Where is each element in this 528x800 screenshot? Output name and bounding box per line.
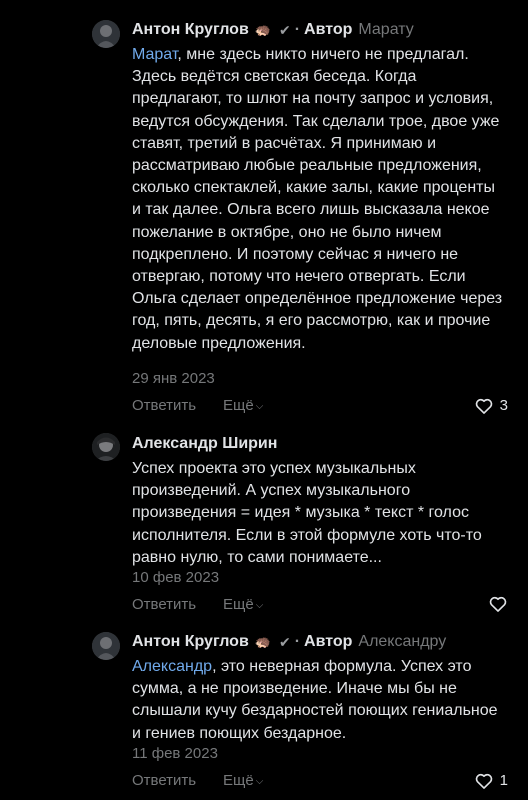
like-button[interactable]: 3 [474, 395, 508, 417]
like-button[interactable] [488, 594, 508, 614]
hedgehog-icon: 🦔 [254, 22, 271, 37]
separator: · [294, 633, 301, 650]
author-badge: Автор [304, 633, 353, 650]
comment-date[interactable]: 29 янв 2023 [132, 370, 215, 388]
more-label: Ещё [223, 772, 254, 789]
comment-text: Успех проекта это успех музыкальных прои… [132, 458, 504, 569]
comment-header: Антон Круглов 🦔 ✔ · Автор Марату [132, 20, 414, 40]
avatar[interactable] [92, 20, 120, 48]
chevron-down-icon: ⌵ [255, 776, 264, 787]
comment-text: Александр, это неверная формула. Успех э… [132, 656, 504, 745]
more-button[interactable]: Ещё ⌵ [223, 770, 263, 793]
author-name[interactable]: Александр Ширин [132, 434, 277, 454]
comment-actions: Ответить Ещё ⌵ 3 [132, 395, 508, 417]
like-count: 3 [499, 397, 508, 414]
verified-icon: ✔ [278, 22, 291, 38]
reply-button[interactable]: Ответить [132, 395, 196, 417]
author-name[interactable]: Антон Круглов [132, 632, 249, 652]
comment-date[interactable]: 11 фев 2023 [132, 745, 218, 763]
comment-header: Александр Ширин [132, 434, 277, 454]
chevron-down-icon: ⌵ [255, 600, 264, 611]
comment-actions: Ответить Ещё ⌵ [132, 594, 508, 616]
mention-link[interactable]: Марат [132, 46, 177, 63]
comment-body: , мне здесь никто ничего не предлагал. З… [132, 46, 503, 352]
avatar[interactable] [92, 433, 120, 461]
reply-button[interactable]: Ответить [132, 594, 196, 616]
heart-icon [475, 398, 492, 414]
more-button[interactable]: Ещё ⌵ [223, 594, 263, 617]
comment-actions: Ответить Ещё ⌵ 1 [132, 770, 508, 792]
chevron-down-icon: ⌵ [255, 401, 264, 412]
comment-header: Антон Круглов 🦔 ✔ · Автор Александру [132, 632, 446, 652]
heart-icon [475, 773, 492, 789]
heart-icon [489, 596, 507, 612]
author-name[interactable]: Антон Круглов [132, 20, 249, 40]
separator: · [294, 21, 301, 38]
more-label: Ещё [223, 596, 254, 613]
mention-link[interactable]: Александр [132, 658, 212, 675]
verified-icon: ✔ [278, 634, 291, 650]
comment-body: Успех проекта это успех музыкальных прои… [132, 460, 482, 566]
author-badge: Автор [304, 21, 353, 38]
like-button[interactable]: 1 [474, 770, 508, 792]
reply-to-name[interactable]: Марату [358, 20, 413, 40]
reply-button[interactable]: Ответить [132, 770, 196, 792]
hedgehog-icon: 🦔 [254, 634, 271, 649]
more-button[interactable]: Ещё ⌵ [223, 395, 263, 418]
reply-to-name[interactable]: Александру [358, 632, 446, 652]
comment-date[interactable]: 10 фев 2023 [132, 569, 219, 587]
like-count: 1 [499, 772, 508, 789]
comment-text: Марат, мне здесь никто ничего не предлаг… [132, 44, 504, 355]
avatar[interactable] [92, 632, 120, 660]
more-label: Ещё [223, 397, 254, 414]
